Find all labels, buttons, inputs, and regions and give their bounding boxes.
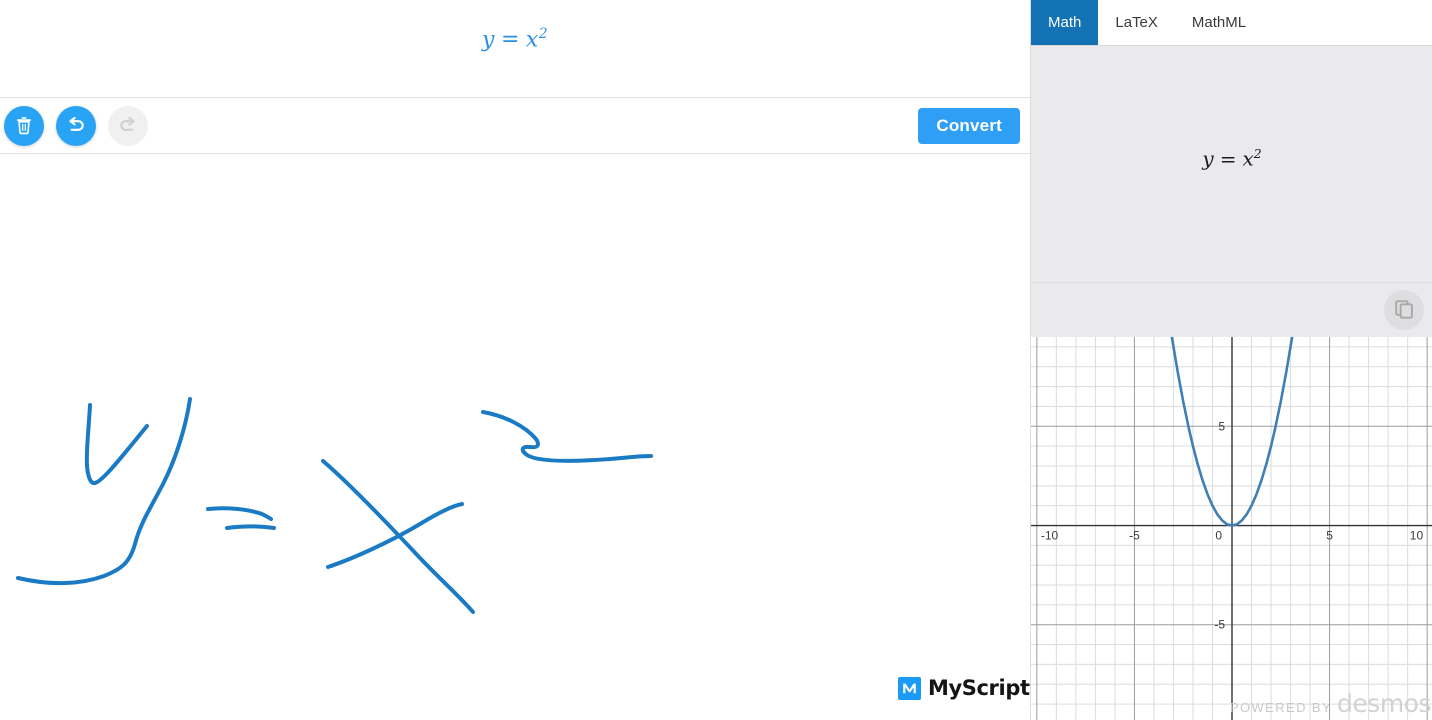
recognized-formula: y = x2 — [0, 26, 1030, 52]
preview-lhs: y — [1202, 146, 1214, 171]
svg-text:0: 0 — [1215, 529, 1222, 543]
svg-text:-5: -5 — [1214, 618, 1225, 632]
copy-button[interactable] — [1384, 290, 1424, 330]
ink-stroke-y-tail — [16, 397, 192, 586]
tab-mathml[interactable]: MathML — [1175, 0, 1263, 45]
redo-arrow-icon — [117, 116, 139, 136]
formula-rhs-base: x — [525, 27, 539, 53]
graph-svg: -10 -5 0 5 10 5 -5 — [1031, 337, 1432, 720]
ink-stroke-exponent-2 — [481, 410, 653, 463]
clear-button[interactable] — [4, 105, 44, 146]
preview-equals: = — [1219, 146, 1237, 171]
undo-button[interactable] — [56, 105, 96, 146]
ink-stroke-equals-top — [206, 506, 273, 521]
svg-text:-5: -5 — [1129, 529, 1140, 543]
ink-strokes — [16, 397, 653, 614]
myscript-logo: MyScript. — [898, 676, 1038, 700]
trash-icon — [15, 116, 33, 135]
recognition-result-bar: y = x2 — [0, 0, 1030, 98]
math-preview-area: y = x2 — [1031, 45, 1432, 283]
formula-equals: = — [500, 27, 520, 53]
writing-pane: y = x2 Convert MyScript. — [0, 0, 1038, 720]
preview-formula: y = x2 — [1031, 146, 1432, 171]
preview-rhs-exponent: 2 — [1253, 146, 1262, 161]
svg-text:-10: -10 — [1041, 529, 1059, 543]
copy-icon — [1393, 298, 1415, 323]
formula-lhs: y — [482, 27, 495, 53]
ink-stroke-equals-bottom — [225, 524, 276, 530]
graph-canvas[interactable]: -10 -5 0 5 10 5 -5 POWERED BY desmos — [1031, 337, 1432, 720]
output-panel: Math LaTeX MathML y = x2 -10 -5 0 5 10 5… — [1030, 0, 1432, 720]
editor-toolbar: Convert — [0, 98, 1030, 154]
redo-button[interactable] — [108, 105, 148, 146]
ink-stroke-x-b — [326, 502, 464, 569]
ink-canvas[interactable] — [0, 154, 1030, 720]
tab-math[interactable]: Math — [1031, 0, 1099, 45]
svg-text:5: 5 — [1326, 529, 1333, 543]
convert-button[interactable]: Convert — [918, 107, 1020, 144]
ink-stroke-y-left — [84, 403, 149, 486]
preview-rhs-base: x — [1242, 146, 1254, 171]
copy-toolbar — [1031, 283, 1432, 337]
tab-latex[interactable]: LaTeX — [1098, 0, 1175, 45]
undo-arrow-icon — [65, 116, 87, 136]
formula-rhs-exponent: 2 — [538, 26, 548, 42]
myscript-mark-icon — [898, 676, 921, 700]
myscript-wordmark: MyScript. — [928, 676, 1038, 700]
svg-text:10: 10 — [1410, 529, 1424, 543]
app-root: y = x2 Convert MyScript. Math LaTeX Math… — [0, 0, 1432, 720]
output-format-tabs: Math LaTeX MathML — [1031, 0, 1432, 45]
svg-text:5: 5 — [1218, 419, 1225, 433]
